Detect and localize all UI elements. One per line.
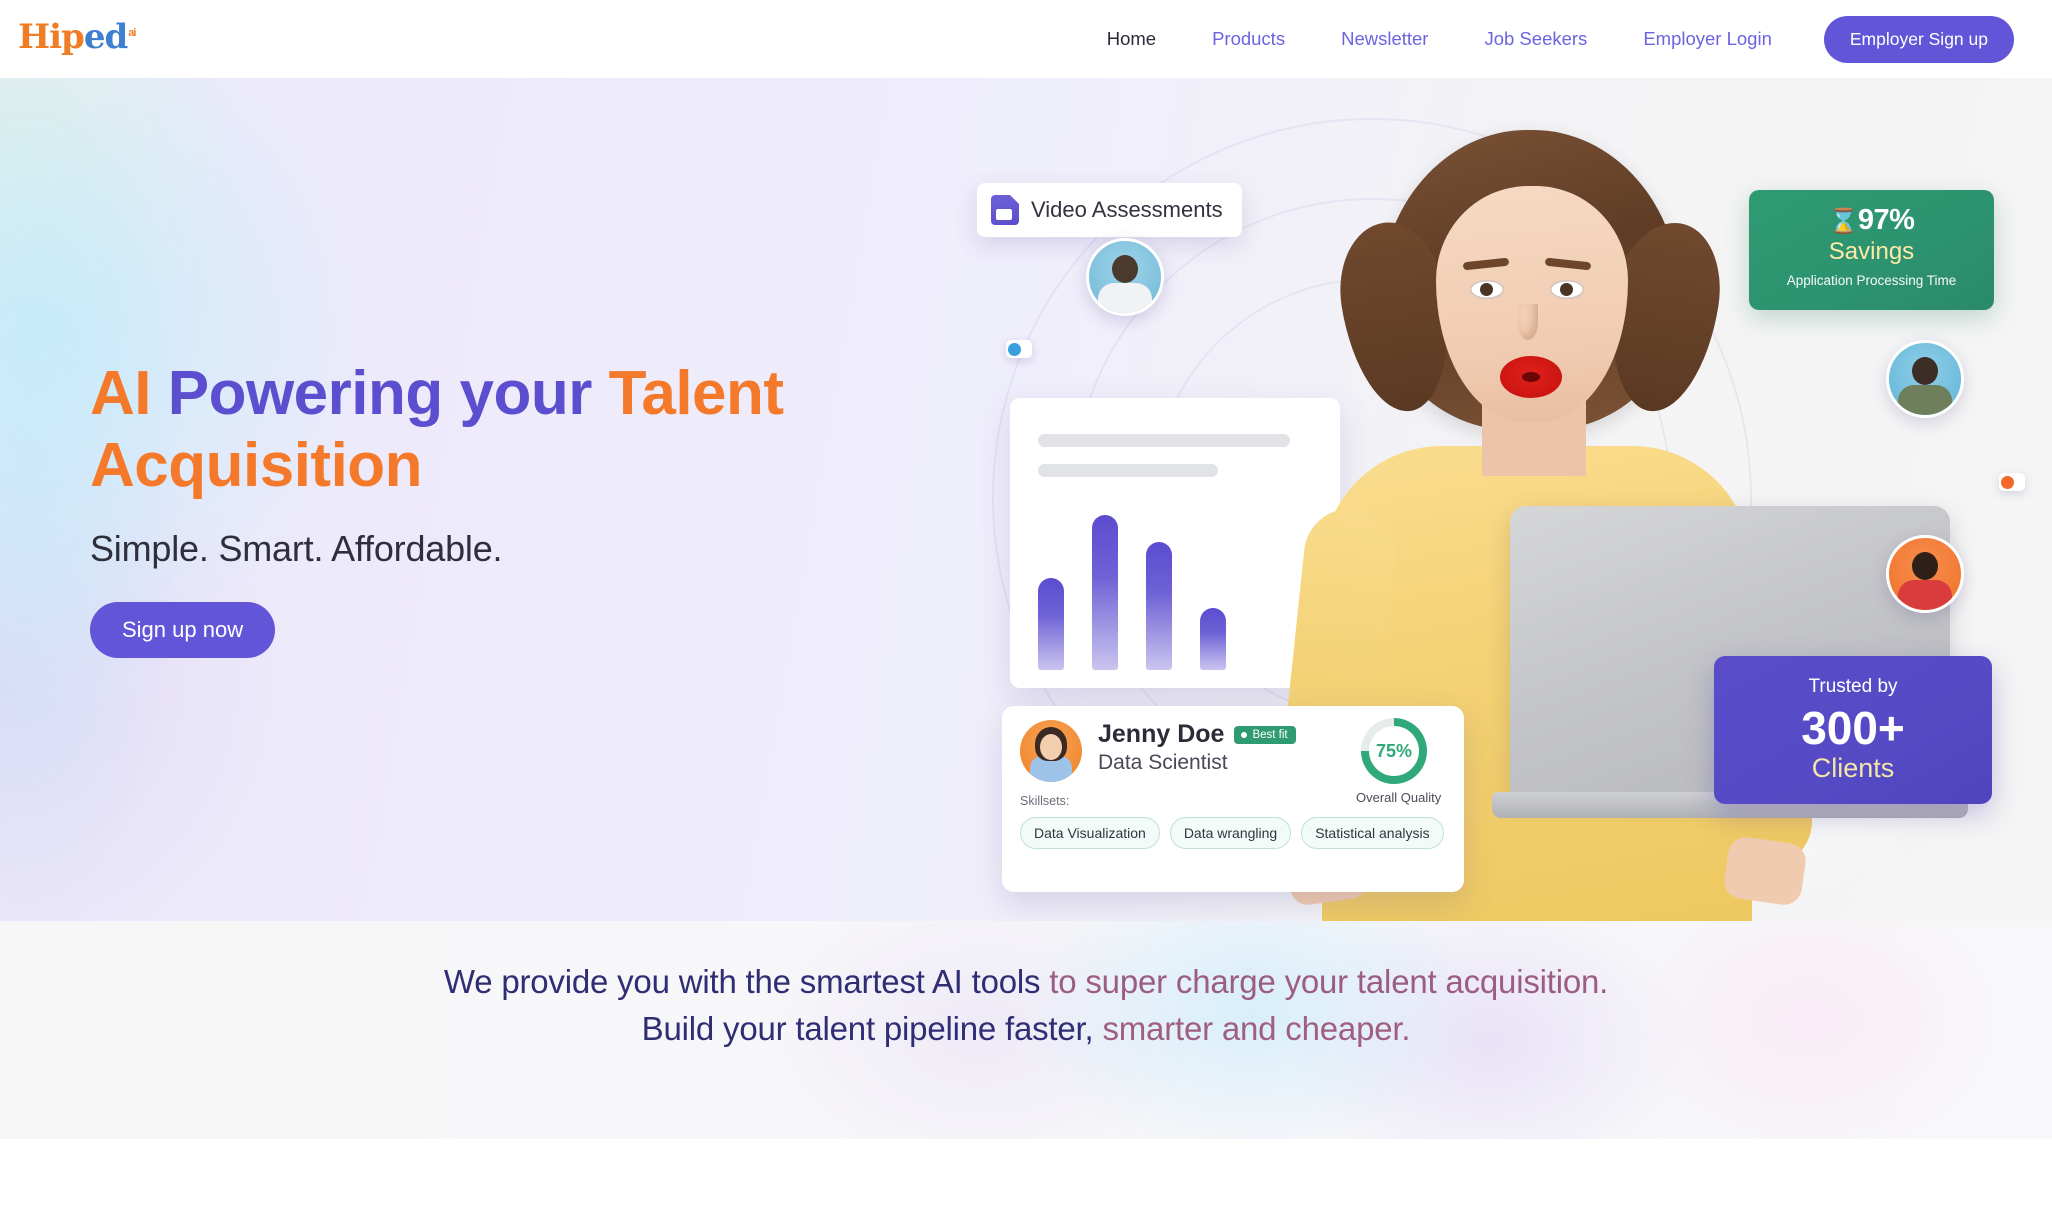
chart-bar-1	[1038, 578, 1064, 670]
subject-lips	[1500, 356, 1562, 398]
subject-eye-right	[1550, 280, 1584, 299]
hero-section: AI Powering your Talent Acquisition Simp…	[0, 78, 2052, 921]
nav-links: Home Products Newsletter Job Seekers Emp…	[1079, 0, 2014, 78]
page-bottom-whitespace	[0, 1139, 2052, 1231]
logo-superscript-ai: ai	[128, 26, 136, 39]
value-prop-line-2b: smarter and cheaper.	[1102, 1009, 1411, 1047]
video-document-icon	[991, 195, 1019, 225]
candidate-profile-card: Jenny Doe Best fit Data Scientist 75% Ov…	[1002, 706, 1464, 892]
savings-percent-row: ⌛97%	[1749, 204, 1994, 237]
value-prop-line-1: We provide you with the smartest AI tool…	[0, 959, 2052, 1006]
avatar-candidate-3	[1886, 535, 1964, 613]
logo-letter-i: i	[49, 17, 62, 57]
status-badge: Best fit	[1234, 725, 1296, 744]
profile-identity: Jenny Doe Best fit Data Scientist	[1098, 720, 1296, 775]
nav-item-newsletter[interactable]: Newsletter	[1313, 28, 1456, 50]
logo-letter-e: e	[83, 17, 106, 57]
toggle-blue[interactable]	[1006, 340, 1032, 358]
hero-headline: AI Powering your Talent Acquisition	[90, 358, 850, 502]
nav-item-products[interactable]: Products	[1184, 28, 1313, 50]
value-prop-line-2a: Build your talent pipeline faster,	[641, 1009, 1103, 1047]
savings-subtitle: Application Processing Time	[1786, 273, 1957, 288]
skill-chip[interactable]: Data Visualization	[1020, 817, 1160, 849]
value-proposition-band: We provide you with the smartest AI tool…	[0, 921, 2052, 1139]
profile-name: Jenny Doe	[1098, 720, 1225, 748]
gauge-ring: 75%	[1361, 718, 1427, 784]
gauge-value: 75%	[1375, 740, 1413, 761]
logo-wordmark: Hipedai	[18, 17, 136, 57]
savings-title: Savings	[1828, 238, 1915, 265]
chart-placeholder-line-2	[1038, 464, 1218, 477]
landing-page: Hipedai Home Products Newsletter Job See…	[0, 0, 2052, 1231]
trusted-top-label: Trusted by	[1808, 676, 1898, 697]
savings-stat-card: ⌛97% Savings Application Processing Time	[1749, 190, 1994, 310]
overall-quality-gauge: 75% Overall Quality	[1356, 718, 1442, 805]
badge-dot-icon	[1241, 731, 1248, 738]
hero-headline-ai: AI	[90, 359, 168, 428]
nav-item-job-seekers[interactable]: Job Seekers	[1456, 28, 1615, 50]
skill-chip[interactable]: Statistical analysis	[1301, 817, 1444, 849]
toggle-orange[interactable]	[1999, 473, 2025, 491]
hero-subheadline: Simple. Smart. Affordable.	[90, 527, 503, 569]
site-logo[interactable]: Hipedai	[18, 6, 168, 68]
employer-signup-button[interactable]: Employer Sign up	[1823, 15, 2014, 63]
status-badge-label: Best fit	[1252, 728, 1288, 741]
skill-chip[interactable]: Data wrangling	[1169, 817, 1292, 849]
chart-bar-4	[1200, 608, 1226, 670]
skill-chip-list: Data Visualization Data wrangling Statis…	[1020, 817, 1446, 849]
avatar	[1020, 720, 1082, 782]
value-proposition-text: We provide you with the smartest AI tool…	[0, 959, 2052, 1053]
logo-letter-h: H	[18, 17, 50, 57]
video-assessments-label: Video Assessments	[1031, 197, 1223, 222]
avatar-candidate-1	[1086, 238, 1164, 316]
trusted-bottom-label: Clients	[1811, 752, 1895, 783]
hourglass-icon: ⌛	[1828, 208, 1859, 235]
hero-visual-cluster: Video Assessments ⌛97% Savings Applicati…	[977, 78, 2052, 921]
value-prop-line-1a: We provide you with the smartest AI tool…	[443, 963, 1050, 1000]
toggle-knob-icon	[2001, 475, 2014, 489]
subject-eye-left	[1470, 280, 1504, 299]
chart-placeholder-line-1	[1038, 434, 1290, 447]
logo-letter-d: d	[104, 17, 128, 57]
trusted-clients-card: Trusted by 300+ Clients	[1714, 656, 1992, 804]
value-prop-line-1b: to super charge your talent acquisition.	[1049, 963, 1609, 1000]
profile-name-row: Jenny Doe Best fit	[1098, 720, 1296, 749]
hero-copy-block: AI Powering your Talent Acquisition Simp…	[90, 358, 850, 658]
gauge-caption: Overall Quality	[1356, 790, 1442, 805]
trusted-client-count: 300+	[1801, 702, 1905, 754]
nav-item-employer-login[interactable]: Employer Login	[1615, 28, 1800, 50]
video-assessments-card[interactable]: Video Assessments	[977, 183, 1242, 237]
top-navigation-bar: Hipedai Home Products Newsletter Job See…	[0, 0, 2052, 78]
hero-signup-button[interactable]: Sign up now	[90, 601, 276, 658]
subject-hand-right	[1722, 834, 1808, 908]
savings-percent: 97%	[1857, 204, 1915, 236]
profile-role: Data Scientist	[1098, 751, 1228, 774]
chart-bar-3	[1146, 542, 1172, 670]
nav-item-home[interactable]: Home	[1079, 28, 1184, 50]
value-prop-line-2: Build your talent pipeline faster, smart…	[0, 1006, 2052, 1053]
subject-nose	[1518, 304, 1538, 340]
toggle-knob-icon	[1008, 342, 1021, 356]
hero-headline-powering: Powering your	[167, 359, 609, 428]
avatar-candidate-2	[1886, 340, 1964, 418]
logo-letter-p: p	[61, 17, 85, 57]
chart-bar-2	[1092, 515, 1118, 670]
